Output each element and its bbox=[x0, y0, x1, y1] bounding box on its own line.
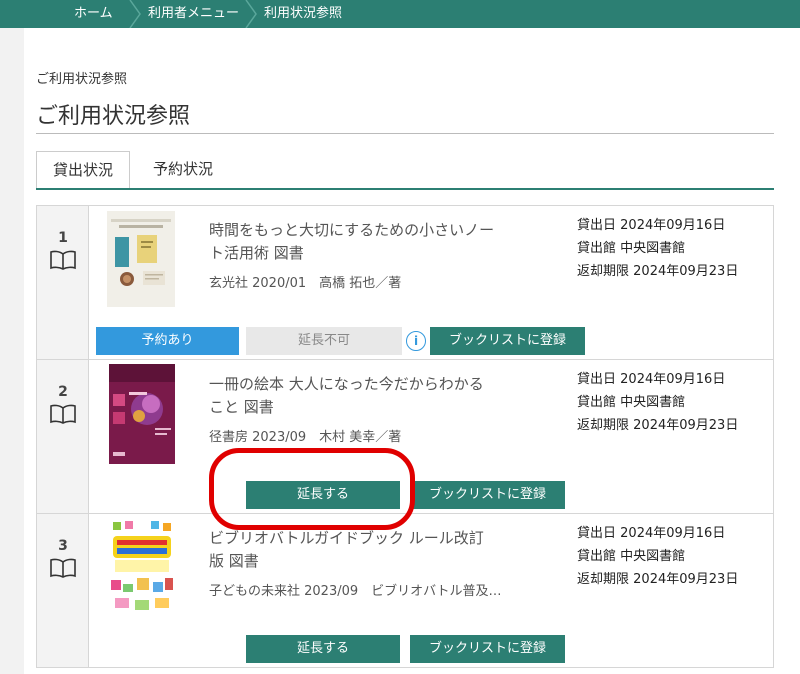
tab-reservations[interactable]: 予約状況 bbox=[136, 151, 230, 189]
loan-date-value: 2024年09月16日 bbox=[620, 218, 726, 233]
item-number-column: 2 bbox=[37, 360, 89, 513]
loan-list: 1 時間をもっと大切にするための小さいノー ト活用術 図書 玄光社 2020/0… bbox=[36, 205, 774, 668]
main-content: ご利用状況参照 ご利用状況参照 貸出状況 予約状況 1 時間をもっと大切にするた… bbox=[24, 28, 800, 674]
highlight-annotation bbox=[209, 448, 415, 530]
book-meta: 径書房 2023/09 木村 美幸／著 bbox=[209, 430, 402, 445]
extend-disabled-button: 延長不可 bbox=[246, 327, 402, 355]
book-title[interactable]: 一冊の絵本 大人になった今だからわかる こと 図書 bbox=[209, 373, 539, 419]
due-date-value: 2024年09月23日 bbox=[633, 572, 739, 587]
book-cover-image[interactable] bbox=[107, 518, 177, 618]
loan-info: 貸出日 2024年09月16日 貸出館 中央図書館 返却期限 2024年09月2… bbox=[577, 526, 739, 587]
loan-library-value: 中央図書館 bbox=[620, 395, 686, 410]
add-to-booklist-button[interactable]: ブックリストに登録 bbox=[410, 635, 565, 663]
page-subheading: ご利用状況参照 bbox=[36, 72, 128, 87]
tab-loans[interactable]: 貸出状況 bbox=[36, 151, 130, 189]
title-divider bbox=[36, 133, 774, 134]
breadcrumb-current: 利用状況参照 bbox=[264, 6, 343, 21]
book-cover-image[interactable] bbox=[109, 364, 175, 464]
breadcrumb: ホーム 利用者メニュー 利用状況参照 bbox=[0, 0, 800, 28]
page-title: ご利用状況参照 bbox=[36, 104, 191, 129]
breadcrumb-separator-icon bbox=[244, 0, 258, 28]
breadcrumb-home[interactable]: ホーム bbox=[74, 0, 113, 28]
due-date-value: 2024年09月23日 bbox=[633, 418, 739, 433]
item-number: 2 bbox=[58, 384, 68, 400]
book-icon bbox=[50, 250, 76, 270]
book-title[interactable]: 時間をもっと大切にするための小さいノー ト活用術 図書 bbox=[209, 219, 539, 265]
list-item: 1 時間をもっと大切にするための小さいノー ト活用術 図書 玄光社 2020/0… bbox=[37, 206, 773, 360]
book-meta: 玄光社 2020/01 高橋 拓也／著 bbox=[209, 276, 402, 291]
add-to-booklist-button[interactable]: ブックリストに登録 bbox=[410, 481, 565, 509]
loan-date-value: 2024年09月16日 bbox=[620, 526, 726, 541]
loan-info: 貸出日 2024年09月16日 貸出館 中央図書館 返却期限 2024年09月2… bbox=[577, 372, 739, 433]
extend-button[interactable]: 延長する bbox=[246, 635, 400, 663]
breadcrumb-user-menu[interactable]: 利用者メニュー bbox=[148, 0, 239, 28]
book-icon bbox=[50, 558, 76, 578]
info-icon[interactable]: i bbox=[406, 331, 426, 351]
loan-library-value: 中央図書館 bbox=[620, 549, 686, 564]
item-number: 1 bbox=[58, 230, 68, 246]
loan-info: 貸出日 2024年09月16日 貸出館 中央図書館 返却期限 2024年09月2… bbox=[577, 218, 739, 279]
book-icon bbox=[50, 404, 76, 424]
book-cover-image[interactable] bbox=[107, 211, 175, 307]
add-to-booklist-button[interactable]: ブックリストに登録 bbox=[430, 327, 585, 355]
due-date-value: 2024年09月23日 bbox=[633, 264, 739, 279]
tab-underline bbox=[36, 188, 774, 190]
loan-library-value: 中央図書館 bbox=[620, 241, 686, 256]
loan-date-value: 2024年09月16日 bbox=[620, 372, 726, 387]
item-number-column: 1 bbox=[37, 206, 89, 359]
breadcrumb-separator-icon bbox=[128, 0, 142, 28]
item-number-column: 3 bbox=[37, 514, 89, 667]
book-title[interactable]: ビブリオバトルガイドブック ルール改訂 版 図書 bbox=[209, 527, 539, 573]
item-number: 3 bbox=[58, 538, 68, 554]
list-item: 3 ビブリオバトルガイドブック ルール改訂 版 図書 子どもの未来社 2023/… bbox=[37, 514, 773, 668]
book-meta: 子どもの未来社 2023/09 ビブリオバトル普及… bbox=[209, 584, 502, 599]
reserved-badge: 予約あり bbox=[96, 327, 239, 355]
